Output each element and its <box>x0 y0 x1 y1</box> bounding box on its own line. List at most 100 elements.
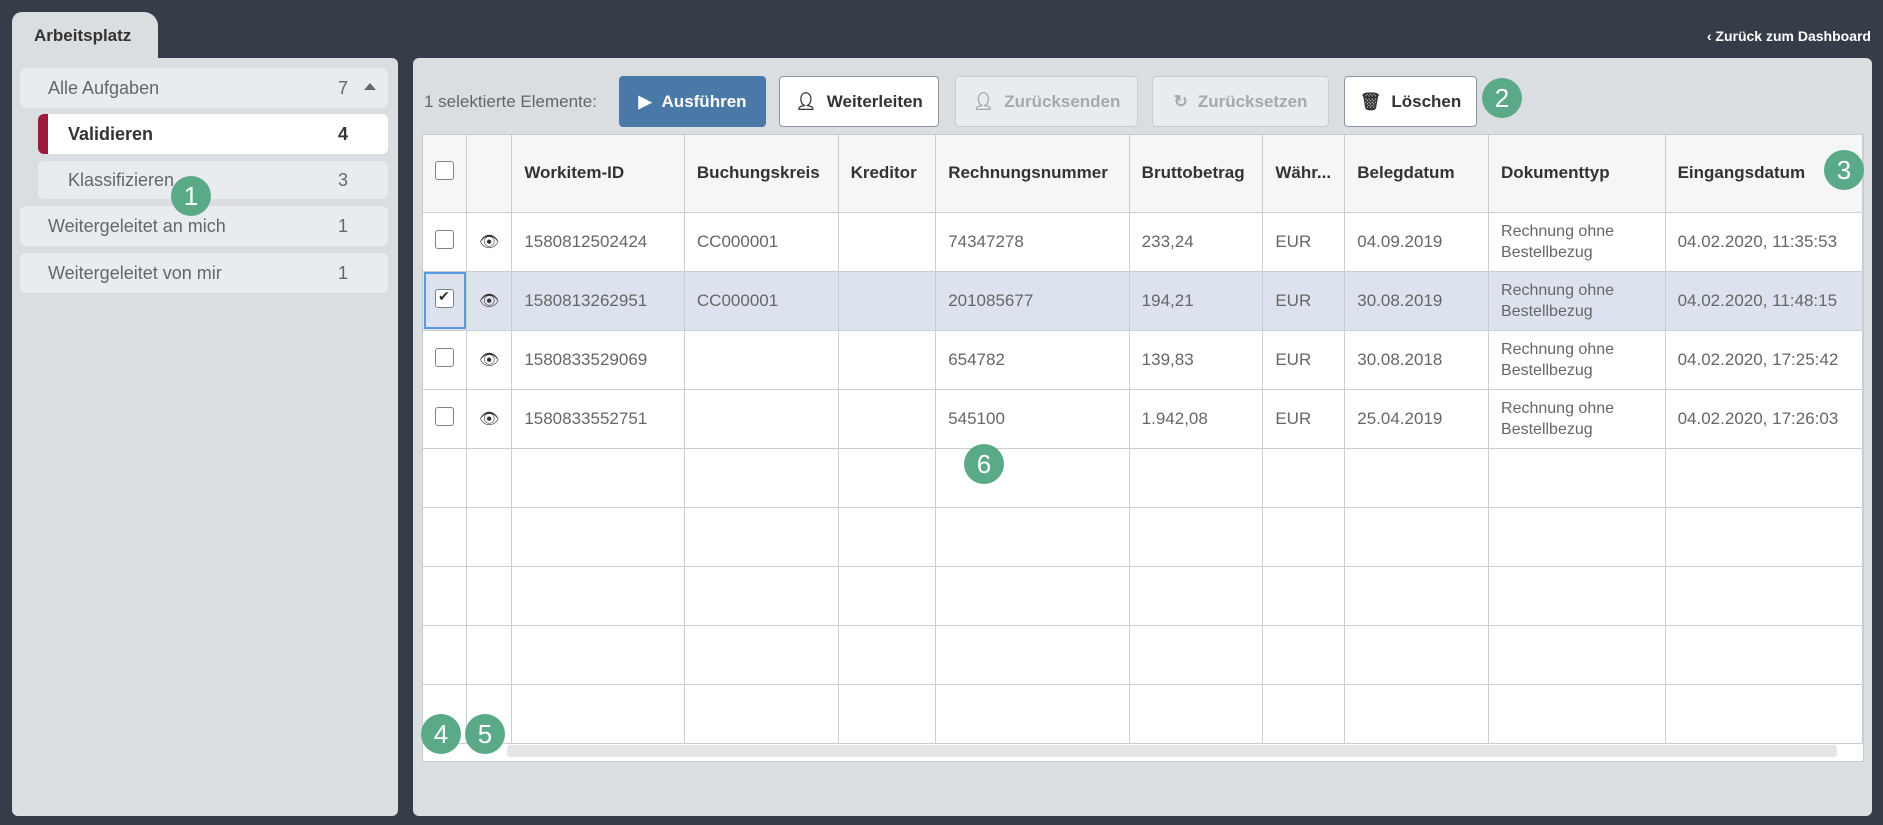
table-cell <box>1262 684 1346 744</box>
table-row[interactable]: 👁︎ 1580833529069 654782 139,83 EUR 30.08.2018… <box>423 330 1863 390</box>
table-cell <box>684 448 839 508</box>
table-row[interactable]: 👁︎ 1580812502424 CC000001 74347278 233,24 EUR… <box>423 212 1863 272</box>
table-cell <box>511 448 685 508</box>
execute-button[interactable]: ▶ Ausführen <box>619 76 766 127</box>
sidebar-item-klassifizieren[interactable]: Klassifizieren 3 <box>38 161 388 199</box>
row-checkbox[interactable] <box>435 229 454 249</box>
select-cell[interactable] <box>423 566 467 626</box>
table-cell <box>1344 566 1490 626</box>
sidebar-item-weitergeleitet-von-mir[interactable]: Weitergeleitet von mir 1 <box>20 253 388 293</box>
empty-row[interactable] <box>423 625 1863 685</box>
select-cell[interactable] <box>423 625 467 685</box>
table-cell <box>1488 684 1666 744</box>
caret-up-icon[interactable] <box>364 83 376 90</box>
table-cell <box>684 389 839 449</box>
select-cell[interactable] <box>423 330 467 390</box>
select-cell[interactable] <box>423 507 467 567</box>
delete-button[interactable]: 🗑︎ Löschen <box>1344 76 1477 127</box>
tab-arbeitsplatz[interactable]: Arbeitsplatz <box>12 12 158 60</box>
annotation-badge: 3 <box>1824 150 1864 190</box>
sidebar-item-weitergeleitet-an-mich[interactable]: Weitergeleitet an mich 1 <box>20 206 388 246</box>
table-cell <box>1488 448 1666 508</box>
row-checkbox[interactable] <box>435 406 454 426</box>
sidebar-item-alle-aufgaben[interactable]: Alle Aufgaben 7 <box>20 68 388 108</box>
preview-cell[interactable]: 👁︎ <box>466 389 513 449</box>
table-row[interactable]: 👁︎ 1580833552751 545100 1.942,08 EUR 25.04.20… <box>423 389 1863 449</box>
table-cell <box>684 625 839 685</box>
column-header[interactable]: Belegdatum <box>1344 135 1490 213</box>
preview-cell[interactable] <box>466 566 513 626</box>
table-cell <box>838 389 937 449</box>
preview-header <box>466 135 513 213</box>
preview-cell[interactable]: 👁︎ <box>466 330 513 390</box>
forward-button[interactable]: 👤︎ Weiterleiten <box>779 76 939 127</box>
sidebar-item-validieren[interactable]: Validieren 4 <box>38 114 388 154</box>
table-cell <box>684 566 839 626</box>
label: Alle Aufgaben <box>48 77 160 98</box>
preview-cell[interactable]: 👁︎ <box>466 271 513 331</box>
table-cell: Rechnung ohne Bestellbezug <box>1488 212 1666 272</box>
table-cell: 1580813262951 <box>511 271 685 331</box>
empty-row[interactable] <box>423 448 1863 508</box>
column-header[interactable]: Dokumenttyp <box>1488 135 1666 213</box>
eye-icon[interactable]: 👁︎ <box>479 352 499 369</box>
play-icon: ▶ <box>638 91 652 111</box>
count: 7 <box>337 77 348 98</box>
select-all-cell[interactable] <box>423 135 467 213</box>
column-header[interactable]: Rechnungsnummer <box>935 135 1130 213</box>
column-header[interactable]: Kreditor <box>838 135 937 213</box>
empty-row[interactable] <box>423 566 1863 626</box>
horizontal-scrollbar[interactable] <box>507 745 1837 757</box>
table-cell: 1580833552751 <box>511 389 685 449</box>
preview-cell[interactable]: 👁︎ <box>466 212 513 272</box>
table-row[interactable]: 👁︎ 1580813262951CC000001 201085677194,21EU… <box>423 271 1863 331</box>
preview-cell[interactable] <box>466 507 513 567</box>
select-cell[interactable] <box>423 212 467 272</box>
empty-row[interactable] <box>423 684 1863 744</box>
table-cell <box>1344 625 1490 685</box>
annotation-badge: 1 <box>171 176 211 216</box>
refresh-icon: ↻ <box>1173 91 1188 111</box>
column-header[interactable]: Bruttobetrag <box>1129 135 1264 213</box>
table-cell: Rechnung ohne Bestellbezug <box>1488 330 1666 390</box>
column-header[interactable]: Währ... <box>1262 135 1346 213</box>
table-cell <box>1129 448 1264 508</box>
column-header[interactable]: Workitem-ID <box>511 135 685 213</box>
table-cell <box>1665 684 1863 744</box>
table-cell: 04.02.2020, 11:35:53 <box>1665 212 1863 272</box>
table-cell: 1580812502424 <box>511 212 685 272</box>
table-cell: EUR <box>1262 389 1346 449</box>
table-cell <box>1665 448 1863 508</box>
table-cell: EUR <box>1262 330 1346 390</box>
table-cell <box>1129 625 1264 685</box>
table-cell: 04.02.2020, 17:26:03 <box>1665 389 1863 449</box>
row-checkbox[interactable] <box>435 347 454 367</box>
table-cell <box>935 625 1130 685</box>
send-back-button[interactable]: 👤︎ Zurücksenden <box>955 76 1138 127</box>
table-cell <box>1262 566 1346 626</box>
table-cell: Rechnung ohne Bestellbezug <box>1488 389 1666 449</box>
reset-button[interactable]: ↻ Zurücksetzen <box>1152 76 1329 127</box>
preview-cell[interactable] <box>466 448 513 508</box>
table-header: Workitem-ID Buchungskreis Kreditor Rechnung… <box>423 135 1863 213</box>
back-to-dashboard-link[interactable]: ‹ Zurück zum Dashboard <box>1707 28 1871 44</box>
select-cell[interactable] <box>423 389 467 449</box>
row-checkbox[interactable] <box>435 288 454 308</box>
table-cell <box>1665 507 1863 567</box>
eye-icon[interactable]: 👁︎ <box>479 411 499 428</box>
count: 1 <box>337 262 348 283</box>
table-cell <box>1488 625 1666 685</box>
select-cell[interactable] <box>423 271 467 331</box>
eye-icon[interactable]: 👁︎ <box>479 234 499 251</box>
select-all-checkbox[interactable] <box>435 161 454 181</box>
table-cell <box>511 566 685 626</box>
label: Weitergeleitet von mir <box>48 262 222 283</box>
select-cell[interactable] <box>423 448 467 508</box>
preview-cell[interactable] <box>466 625 513 685</box>
column-header[interactable]: Buchungskreis <box>684 135 839 213</box>
table-cell <box>684 507 839 567</box>
table-cell: 30.08.2018 <box>1344 330 1490 390</box>
table-cell <box>1665 566 1863 626</box>
eye-icon[interactable]: 👁︎ <box>479 293 499 310</box>
empty-row[interactable] <box>423 507 1863 567</box>
